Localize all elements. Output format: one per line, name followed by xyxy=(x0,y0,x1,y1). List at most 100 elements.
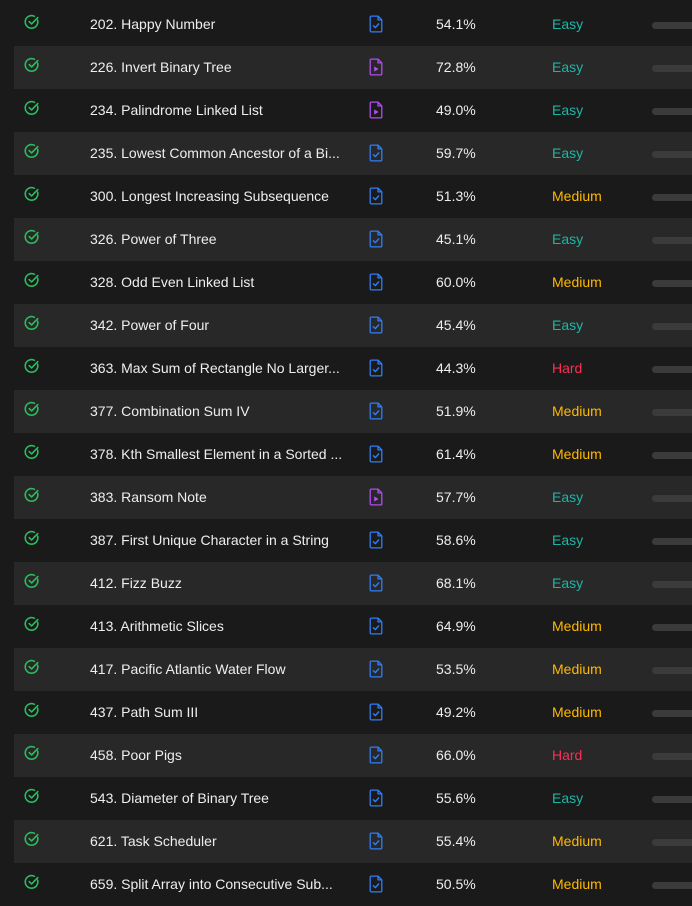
problem-row[interactable]: 300. Longest Increasing Subsequence 51.3… xyxy=(14,175,692,218)
problem-row[interactable]: 458. Poor Pigs 66.0% Hard xyxy=(14,734,692,777)
article-solution-icon[interactable] xyxy=(368,574,384,592)
frequency-bar xyxy=(652,194,692,201)
difficulty-label: Medium xyxy=(552,618,602,634)
article-solution-icon[interactable] xyxy=(368,445,384,463)
problem-title[interactable]: 417. Pacific Atlantic Water Flow xyxy=(90,648,352,691)
problem-row[interactable]: 326. Power of Three 45.1% Easy xyxy=(14,218,692,261)
problem-row[interactable]: 417. Pacific Atlantic Water Flow 53.5% M… xyxy=(14,648,692,691)
frequency-bar xyxy=(652,753,692,760)
problem-row[interactable]: 387. First Unique Character in a String … xyxy=(14,519,692,562)
difficulty-label: Medium xyxy=(552,833,602,849)
solved-check-icon xyxy=(24,788,39,803)
problem-title[interactable]: 412. Fizz Buzz xyxy=(90,562,352,605)
article-solution-icon[interactable] xyxy=(368,316,384,334)
solved-check-icon xyxy=(24,315,39,330)
problem-row[interactable]: 412. Fizz Buzz 68.1% Easy xyxy=(14,562,692,605)
problem-title[interactable]: 437. Path Sum III xyxy=(90,691,352,734)
acceptance-rate: 57.7% xyxy=(436,489,476,505)
video-solution-icon[interactable] xyxy=(368,58,384,76)
problem-title[interactable]: 383. Ransom Note xyxy=(90,476,352,519)
solved-check-icon xyxy=(24,100,39,115)
problem-row[interactable]: 202. Happy Number 54.1% Easy xyxy=(14,3,692,46)
problem-title[interactable]: 621. Task Scheduler xyxy=(90,820,352,863)
problem-title[interactable]: 202. Happy Number xyxy=(90,3,352,46)
problem-title[interactable]: 326. Power of Three xyxy=(90,218,352,261)
article-solution-icon[interactable] xyxy=(368,660,384,678)
problem-row[interactable]: 383. Ransom Note 57.7% Easy xyxy=(14,476,692,519)
article-solution-icon[interactable] xyxy=(368,789,384,807)
problem-title[interactable]: 226. Invert Binary Tree xyxy=(90,46,352,89)
problem-title[interactable]: 234. Palindrome Linked List xyxy=(90,89,352,132)
article-solution-icon[interactable] xyxy=(368,832,384,850)
frequency-bar xyxy=(652,108,692,115)
difficulty-label: Easy xyxy=(552,532,584,548)
solved-check-icon xyxy=(24,659,39,674)
problem-title[interactable]: 458. Poor Pigs xyxy=(90,734,352,777)
problem-title[interactable]: 235. Lowest Common Ancestor of a Bi... xyxy=(90,132,352,175)
article-solution-icon[interactable] xyxy=(368,230,384,248)
difficulty-label: Hard xyxy=(552,747,583,763)
problem-title[interactable]: 413. Arithmetic Slices xyxy=(90,605,352,648)
problem-title[interactable]: 659. Split Array into Consecutive Sub... xyxy=(90,863,352,906)
article-solution-icon[interactable] xyxy=(368,746,384,764)
frequency-bar xyxy=(652,22,692,29)
frequency-bar xyxy=(652,667,692,674)
problem-row[interactable]: 226. Invert Binary Tree 72.8% Easy xyxy=(14,46,692,89)
difficulty-label: Medium xyxy=(552,274,602,290)
acceptance-rate: 49.2% xyxy=(436,704,476,720)
problem-row[interactable]: 328. Odd Even Linked List 60.0% Medium xyxy=(14,261,692,304)
acceptance-rate: 55.6% xyxy=(436,790,476,806)
problem-row[interactable]: 543. Diameter of Binary Tree 55.6% Easy xyxy=(14,777,692,820)
problem-row[interactable]: 377. Combination Sum IV 51.9% Medium xyxy=(14,390,692,433)
article-solution-icon[interactable] xyxy=(368,187,384,205)
problem-row[interactable]: 437. Path Sum III 49.2% Medium xyxy=(14,691,692,734)
frequency-bar xyxy=(652,882,692,889)
frequency-bar xyxy=(652,366,692,373)
problem-title[interactable]: 378. Kth Smallest Element in a Sorted ..… xyxy=(90,433,352,476)
problem-row[interactable]: 378. Kth Smallest Element in a Sorted ..… xyxy=(14,433,692,476)
problem-title[interactable]: 300. Longest Increasing Subsequence xyxy=(90,175,352,218)
problem-title[interactable]: 377. Combination Sum IV xyxy=(90,390,352,433)
solved-check-icon xyxy=(24,229,39,244)
problem-row[interactable]: 234. Palindrome Linked List 49.0% Easy xyxy=(14,89,692,132)
difficulty-label: Medium xyxy=(552,403,602,419)
video-solution-icon[interactable] xyxy=(368,101,384,119)
problem-row[interactable]: 659. Split Array into Consecutive Sub...… xyxy=(14,863,692,906)
acceptance-rate: 59.7% xyxy=(436,145,476,161)
article-solution-icon[interactable] xyxy=(368,273,384,291)
problem-title[interactable]: 328. Odd Even Linked List xyxy=(90,261,352,304)
problem-title[interactable]: 342. Power of Four xyxy=(90,304,352,347)
article-solution-icon[interactable] xyxy=(368,617,384,635)
article-solution-icon[interactable] xyxy=(368,144,384,162)
problem-row[interactable]: 235. Lowest Common Ancestor of a Bi... 5… xyxy=(14,132,692,175)
article-solution-icon[interactable] xyxy=(368,531,384,549)
solved-check-icon xyxy=(24,57,39,72)
article-solution-icon[interactable] xyxy=(368,703,384,721)
acceptance-rate: 45.4% xyxy=(436,317,476,333)
acceptance-rate: 55.4% xyxy=(436,833,476,849)
solved-check-icon xyxy=(24,874,39,889)
difficulty-label: Easy xyxy=(552,231,584,247)
acceptance-rate: 51.9% xyxy=(436,403,476,419)
article-solution-icon[interactable] xyxy=(368,875,384,893)
problem-row[interactable]: 363. Max Sum of Rectangle No Larger... 4… xyxy=(14,347,692,390)
acceptance-rate: 50.5% xyxy=(436,876,476,892)
difficulty-label: Medium xyxy=(552,876,602,892)
problem-title[interactable]: 387. First Unique Character in a String xyxy=(90,519,352,562)
problem-row[interactable]: 621. Task Scheduler 55.4% Medium xyxy=(14,820,692,863)
frequency-bar xyxy=(652,796,692,803)
problem-title[interactable]: 543. Diameter of Binary Tree xyxy=(90,777,352,820)
frequency-bar xyxy=(652,237,692,244)
problem-row[interactable]: 413. Arithmetic Slices 64.9% Medium xyxy=(14,605,692,648)
problem-list: 202. Happy Number 54.1% Easy 226. Invert… xyxy=(14,3,692,906)
difficulty-label: Easy xyxy=(552,575,584,591)
acceptance-rate: 60.0% xyxy=(436,274,476,290)
acceptance-rate: 61.4% xyxy=(436,446,476,462)
problem-row[interactable]: 342. Power of Four 45.4% Easy xyxy=(14,304,692,347)
article-solution-icon[interactable] xyxy=(368,359,384,377)
problem-title[interactable]: 363. Max Sum of Rectangle No Larger... xyxy=(90,347,352,390)
video-solution-icon[interactable] xyxy=(368,488,384,506)
solved-check-icon xyxy=(24,186,39,201)
article-solution-icon[interactable] xyxy=(368,402,384,420)
article-solution-icon[interactable] xyxy=(368,15,384,33)
